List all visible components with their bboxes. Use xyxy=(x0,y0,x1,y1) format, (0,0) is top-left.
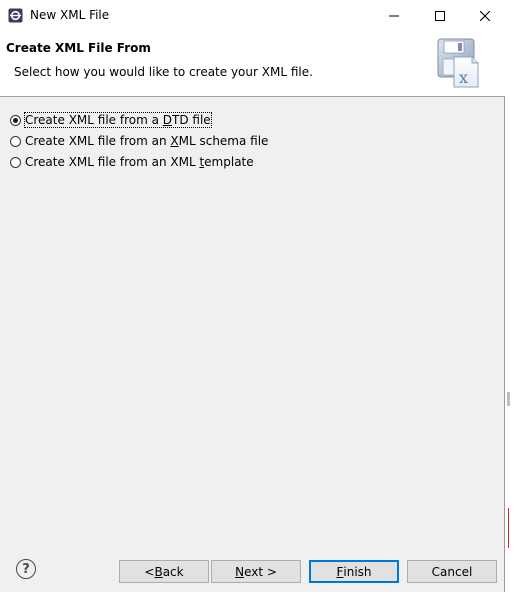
option-template-label[interactable]: Create XML file from an XML template xyxy=(25,155,254,169)
title-bar[interactable]: New XML File xyxy=(0,0,505,31)
wizard-banner: Create XML File From Select how you woul… xyxy=(0,31,505,97)
help-icon: ? xyxy=(22,561,30,577)
option-schema-file[interactable]: Create XML file from an XML schema file xyxy=(10,134,268,148)
background-red-mark xyxy=(508,508,513,548)
background-window-strip xyxy=(506,0,513,592)
svg-text:x: x xyxy=(459,68,468,87)
radio-xml-template[interactable] xyxy=(10,156,21,168)
radio-schema-file[interactable] xyxy=(10,135,21,147)
back-button[interactable]: < Back xyxy=(119,560,209,583)
option-dtd-label[interactable]: Create XML file from a DTD file xyxy=(24,112,212,128)
close-icon xyxy=(480,10,490,21)
xml-file-wizard-icon: x xyxy=(437,38,479,88)
radio-dtd-file[interactable] xyxy=(10,114,21,126)
background-scroll-mark xyxy=(507,392,510,406)
page-title: Create XML File From xyxy=(6,41,151,55)
window-title: New XML File xyxy=(30,8,110,22)
help-button[interactable]: ? xyxy=(16,559,36,579)
new-xml-file-dialog: New XML File Create XML File From Select… xyxy=(0,0,505,592)
cancel-button[interactable]: Cancel xyxy=(407,560,497,583)
minimize-icon xyxy=(389,15,399,16)
next-button[interactable]: Next > xyxy=(211,560,301,583)
option-dtd-file[interactable]: Create XML file from a DTD file xyxy=(10,112,212,128)
maximize-icon xyxy=(435,10,445,21)
option-xml-template[interactable]: Create XML file from an XML template xyxy=(10,155,254,169)
option-schema-label[interactable]: Create XML file from an XML schema file xyxy=(25,134,268,148)
maximize-button[interactable] xyxy=(417,0,463,31)
minimize-button[interactable] xyxy=(371,0,417,31)
eclipse-icon xyxy=(8,8,23,23)
close-button[interactable] xyxy=(462,0,508,31)
page-description: Select how you would like to create your… xyxy=(14,65,313,79)
finish-button[interactable]: Finish xyxy=(309,560,399,583)
